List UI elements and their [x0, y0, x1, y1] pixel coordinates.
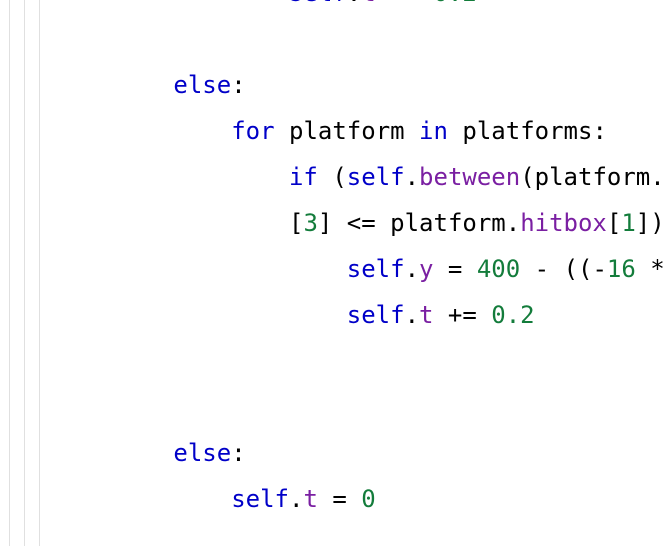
token-op — [405, 117, 419, 145]
token-id: platforms — [462, 117, 592, 145]
token-op: = — [433, 255, 476, 283]
token-kw: in — [419, 117, 448, 145]
token-sf: self — [347, 301, 405, 329]
token-pn: . — [650, 163, 664, 191]
token-num: 1 — [621, 209, 635, 237]
token-op — [448, 117, 462, 145]
token-pn: : — [231, 439, 245, 467]
token-pn: : — [592, 117, 606, 145]
token-attr: t — [419, 301, 433, 329]
token-id: platform — [535, 163, 651, 191]
token-kw: if — [289, 163, 318, 191]
token-op — [275, 117, 289, 145]
token-pn: . — [405, 255, 419, 283]
code-line: self.t += 0.2 — [0, 0, 670, 16]
token-sf: self — [289, 0, 347, 7]
token-sf: self — [347, 163, 405, 191]
token-attr: hitbox — [520, 209, 607, 237]
token-num: 0 — [361, 485, 375, 513]
token-sf: self — [231, 485, 289, 513]
code-line: if (self.between(platform. — [0, 154, 670, 200]
token-num: 0.2 — [491, 301, 534, 329]
token-op: = — [318, 485, 361, 513]
token-attr: t — [303, 485, 317, 513]
token-pn: [ — [607, 209, 621, 237]
code-line: self.t += 0.2 — [0, 292, 670, 338]
token-pn: ( — [520, 163, 534, 191]
token-pn: ] — [636, 209, 650, 237]
code-line — [0, 384, 670, 430]
token-op: - — [592, 255, 606, 283]
token-op: * — [636, 255, 670, 283]
token-kw: for — [231, 117, 274, 145]
token-op: += — [433, 301, 491, 329]
token-num: 3 — [303, 209, 317, 237]
token-kw: else — [173, 439, 231, 467]
token-op: - — [520, 255, 563, 283]
code-line: else: — [0, 62, 670, 108]
token-op: += — [376, 0, 434, 7]
token-pn: : — [231, 71, 245, 99]
token-attr: t — [361, 0, 375, 7]
code-line: [3] <= platform.hitbox[1]) — [0, 200, 670, 246]
code-block: self.t += 0.2 else: for platform in plat… — [0, 0, 670, 522]
token-pn: ] — [318, 209, 332, 237]
code-line — [0, 338, 670, 384]
code-line: self.t = 0 — [0, 476, 670, 522]
token-pn: ( — [332, 163, 346, 191]
code-line: self.y = 400 - ((-16 * ( — [0, 246, 670, 292]
token-pn: . — [289, 485, 303, 513]
token-pn: ) — [650, 209, 664, 237]
token-num: 400 — [477, 255, 520, 283]
token-pn: . — [405, 301, 419, 329]
code-line: else: — [0, 430, 670, 476]
token-op: <= — [332, 209, 390, 237]
token-attr: y — [419, 255, 433, 283]
token-op — [318, 163, 332, 191]
token-num: 16 — [607, 255, 636, 283]
token-pn: . — [506, 209, 520, 237]
token-attr: between — [419, 163, 520, 191]
token-sf: self — [347, 255, 405, 283]
code-line: for platform in platforms: — [0, 108, 670, 154]
token-pn: [ — [289, 209, 303, 237]
token-pn: . — [347, 0, 361, 7]
token-kw: else — [173, 71, 231, 99]
token-pn: (( — [564, 255, 593, 283]
token-pn: . — [405, 163, 419, 191]
code-editor[interactable]: self.t += 0.2 else: for platform in plat… — [0, 0, 670, 546]
code-line — [0, 16, 670, 62]
token-num: 0.2 — [433, 0, 476, 7]
token-id: platform — [289, 117, 405, 145]
token-id: platform — [390, 209, 506, 237]
